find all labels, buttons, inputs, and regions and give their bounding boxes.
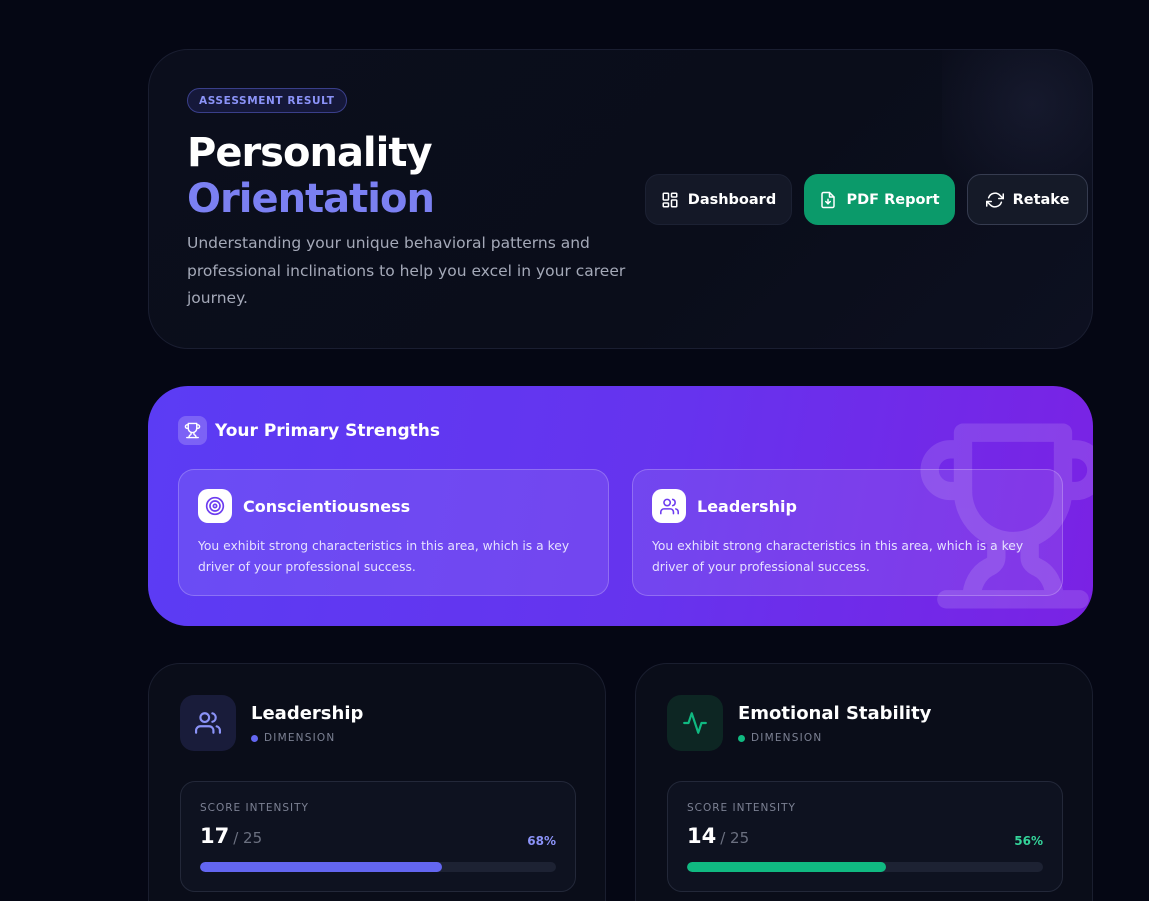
action-buttons: Dashboard PDF Report Retake (645, 174, 1088, 225)
users-icon (180, 695, 236, 751)
grid-icon (662, 192, 678, 207)
dimension-name: Emotional Stability (738, 703, 932, 724)
assessment-badge: ASSESSMENT RESULT (187, 88, 347, 113)
score-number: 14 (687, 824, 717, 848)
strength-name: Leadership (697, 497, 797, 516)
dimension-tag-label: DIMENSION (751, 732, 823, 744)
trophy-icon (178, 416, 207, 445)
score-bar-track (200, 862, 556, 872)
score-number: 17 (200, 824, 230, 848)
users-icon (652, 489, 686, 523)
score-max: / 25 (720, 829, 750, 847)
score-bar-fill (200, 862, 443, 872)
refresh-icon (985, 191, 1004, 208)
dashboard-button-label: Dashboard (687, 191, 777, 208)
score-value: 17/ 25 (200, 824, 262, 848)
dimension-tag: DIMENSION (738, 732, 822, 744)
pdf-report-button-label: PDF Report (846, 191, 940, 208)
score-box: SCORE INTENSITY 14/ 25 56% (667, 781, 1063, 892)
strength-description: You exhibit strong characteristics in th… (652, 539, 1024, 574)
strengths-title: Your Primary Strengths (215, 420, 440, 441)
strength-description: You exhibit strong characteristics in th… (198, 539, 570, 574)
dimension-tag-label: DIMENSION (264, 732, 336, 744)
score-box: SCORE INTENSITY 17/ 25 68% (180, 781, 576, 892)
target-icon (198, 489, 232, 523)
title-line-2: Orientation (187, 176, 435, 222)
score-label: SCORE INTENSITY (687, 802, 796, 814)
dimension-card-leadership: Leadership DIMENSION SCORE INTENSITY 17/… (148, 663, 606, 901)
page-subtitle: Understanding your unique behavioral pat… (187, 234, 626, 307)
score-percent: 56% (1014, 834, 1043, 848)
dimension-dot (738, 734, 745, 742)
strength-name: Conscientiousness (243, 497, 411, 516)
dimension-dot (251, 734, 258, 742)
dashboard-button[interactable]: Dashboard (645, 174, 792, 225)
retake-button[interactable]: Retake (967, 174, 1088, 225)
strength-card-conscientiousness: Conscientiousness You exhibit strong cha… (178, 469, 609, 596)
score-bar-fill (687, 862, 887, 872)
strengths-header: Your Primary Strengths (178, 416, 440, 445)
strength-card-leadership: Leadership You exhibit strong characteri… (632, 469, 1063, 596)
file-download-icon (821, 191, 836, 208)
score-percent: 68% (527, 834, 556, 848)
hero-card: ASSESSMENT RESULT Personality Orientatio… (148, 49, 1093, 349)
dimension-tag: DIMENSION (251, 732, 335, 744)
primary-strengths-panel: Your Primary Strengths Conscientiousness… (148, 386, 1093, 626)
dimension-card-emotional-stability: Emotional Stability DIMENSION SCORE INTE… (635, 663, 1093, 901)
dimension-name: Leadership (251, 703, 364, 724)
title-line-1: Personality (187, 130, 433, 176)
score-bar-track (687, 862, 1043, 872)
score-max: / 25 (233, 829, 263, 847)
score-value: 14/ 25 (687, 824, 749, 848)
pdf-report-button[interactable]: PDF Report (804, 174, 955, 225)
score-label: SCORE INTENSITY (200, 802, 309, 814)
activity-icon (667, 695, 723, 751)
retake-button-label: Retake (1012, 191, 1070, 208)
page-title: Personality Orientation (187, 130, 435, 222)
